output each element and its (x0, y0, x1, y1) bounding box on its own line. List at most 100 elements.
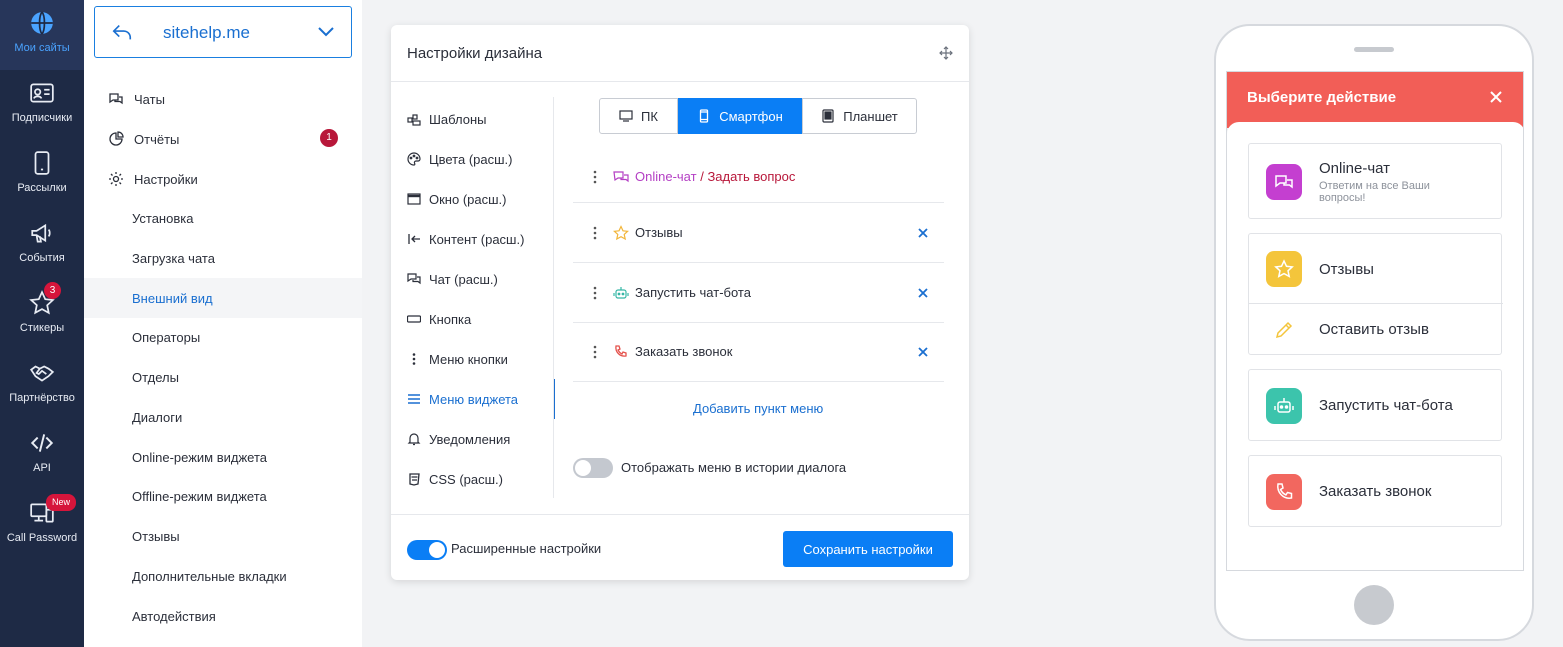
device-tablet-button[interactable]: Планшет (802, 98, 917, 134)
nav-sub-departments[interactable]: Отделы (84, 357, 362, 397)
nav-sub-offline-mode[interactable]: Offline-режим виджета (84, 476, 362, 516)
widget-header: Выберите действие (1227, 72, 1523, 128)
menu-item-chat[interactable]: Чат (расш.) (391, 259, 555, 299)
menu-row-reviews[interactable]: Отзывы (573, 203, 944, 263)
rail-item-call-password[interactable]: Call Password New (0, 490, 84, 560)
device-pc-button[interactable]: ПК (599, 98, 678, 134)
rail-label: Стикеры (19, 322, 65, 334)
back-arrow-icon[interactable] (111, 21, 133, 43)
menu-item-button-menu[interactable]: Меню кнопки (391, 339, 555, 379)
widget-option-callback[interactable]: Заказать звонок (1249, 456, 1503, 528)
palette-icon (407, 152, 421, 166)
menu-item-button[interactable]: Кнопка (391, 299, 555, 339)
advanced-settings-toggle[interactable] (407, 540, 447, 560)
close-icon[interactable] (1489, 90, 1503, 104)
remove-icon[interactable] (916, 345, 930, 359)
widget-option-online-chat[interactable]: Online-чат Ответим на все Ваши вопросы! (1249, 144, 1503, 220)
widget-option-card: Заказать звонок (1248, 455, 1502, 527)
rail-item-api[interactable]: API (0, 420, 84, 490)
nav-settings[interactable]: Настройки (108, 171, 198, 187)
widget-option-reviews[interactable]: Отзывы (1249, 234, 1503, 304)
option-icon-badge (1266, 251, 1302, 287)
remove-icon[interactable] (916, 286, 930, 300)
rail-label: Подписчики (11, 112, 73, 124)
phone-handset-icon (615, 344, 627, 357)
nav-sub-autoactions[interactable]: Автодействия (84, 596, 362, 636)
site-sidebar: sitehelp.me Чаты Отчёты 1 Настройки Уста… (84, 0, 362, 647)
phone-preview: Выберите действие Online-чат Ответим на … (1214, 24, 1534, 641)
row-label: Заказать звонок (635, 344, 733, 359)
rail-item-mailings[interactable]: Рассылки (0, 140, 84, 210)
menu-row-callback[interactable]: Заказать звонок (573, 322, 944, 382)
pencil-icon (1275, 321, 1293, 339)
option-subtitle: Ответим на все Ваши вопросы! (1319, 180, 1430, 204)
option-icon-badge (1266, 164, 1302, 200)
nav-sub-dialogs[interactable]: Диалоги (84, 397, 362, 437)
option-label: Заказать звонок (1319, 483, 1432, 500)
phone-home-button[interactable] (1354, 585, 1394, 625)
menu-row-chatbot[interactable]: Запустить чат-бота (573, 263, 944, 323)
rail-label: Мои сайты (14, 42, 70, 54)
menu-label: Уведомления (429, 431, 511, 447)
nav-sub-appearance[interactable]: Внешний вид (84, 278, 362, 318)
widget-option-card: Отзывы Оставить отзыв (1248, 233, 1503, 356)
site-selector[interactable]: sitehelp.me (94, 6, 352, 58)
move-icon[interactable] (939, 46, 953, 60)
row-label-secondary: Задать вопрос (707, 169, 796, 184)
nav-label: Отчёты (134, 131, 180, 147)
chat-icon (407, 273, 421, 285)
remove-icon[interactable] (916, 226, 930, 240)
toggle-knob (429, 542, 445, 558)
drag-handle-icon[interactable] (587, 285, 603, 301)
rail-item-stickers[interactable]: Стикеры 3 (0, 280, 84, 350)
toggle-knob (575, 460, 591, 476)
rail-item-events[interactable]: События (0, 210, 84, 280)
menu-item-css[interactable]: CSS (расш.) (391, 459, 555, 499)
drag-handle-icon[interactable] (587, 169, 603, 185)
robot-icon (1274, 398, 1294, 413)
star-outline-icon (613, 224, 629, 240)
menu-item-templates[interactable]: Шаблоны (391, 99, 555, 139)
widget-option-chatbot[interactable]: Запустить чат-бота (1249, 370, 1503, 442)
site-name: sitehelp.me (163, 23, 250, 42)
rail-item-my-sites[interactable]: Мои сайты (0, 0, 84, 70)
save-settings-button[interactable]: Сохранить настройки (783, 531, 953, 567)
menu-label: CSS (расш.) (429, 471, 504, 487)
nav-sub-online-mode[interactable]: Online-режим виджета (84, 437, 362, 477)
pie-chart-icon (109, 131, 124, 146)
nav-sub-extra-tabs[interactable]: Дополнительные вкладки (84, 556, 362, 596)
menu-item-content[interactable]: Контент (расш.) (391, 219, 555, 259)
rail-item-partnership[interactable]: Партнёрство (0, 350, 84, 420)
add-menu-item-link[interactable]: Добавить пункт меню (693, 401, 823, 416)
rail-item-subscribers[interactable]: Подписчики (0, 70, 84, 140)
template-icon (407, 114, 421, 126)
menu-item-colors[interactable]: Цвета (расш.) (391, 139, 555, 179)
contact-card-icon (30, 83, 54, 103)
drag-handle-icon[interactable] (587, 344, 603, 360)
option-label: Запустить чат-бота (1319, 397, 1453, 414)
row-label: Отзывы (635, 225, 683, 240)
nav-reports[interactable]: Отчёты (108, 131, 179, 147)
menu-item-notifications[interactable]: Уведомления (391, 419, 555, 459)
button-icon (407, 315, 421, 323)
option-label: Оставить отзыв (1319, 321, 1429, 338)
widget-option-leave-review[interactable]: Оставить отзыв (1249, 304, 1503, 356)
nav-sub-reviews[interactable]: Отзывы (84, 516, 362, 556)
menu-row-online-chat[interactable]: Online-чат / Задать вопрос (573, 151, 944, 203)
phone-speaker (1354, 47, 1394, 52)
nav-sub-operators[interactable]: Операторы (84, 317, 362, 357)
drag-handle-icon[interactable] (587, 225, 603, 241)
window-icon (407, 193, 421, 205)
nav-sub-chat-loading[interactable]: Загрузка чата (84, 238, 362, 278)
history-menu-toggle[interactable] (573, 458, 613, 478)
widget-body: Online-чат Ответим на все Ваши вопросы! … (1227, 122, 1523, 570)
menu-item-window[interactable]: Окно (расш.) (391, 179, 555, 219)
nav-chats[interactable]: Чаты (108, 91, 165, 107)
menu-item-widget-menu[interactable]: Меню виджета (391, 379, 555, 419)
device-switch: ПК Смартфон Планшет (599, 98, 917, 134)
css-icon (409, 473, 420, 486)
nav-sub-install[interactable]: Установка (84, 198, 362, 238)
stickers-count-badge: 3 (44, 282, 61, 299)
chat-icon (109, 93, 123, 105)
device-smartphone-button[interactable]: Смартфон (678, 98, 802, 134)
